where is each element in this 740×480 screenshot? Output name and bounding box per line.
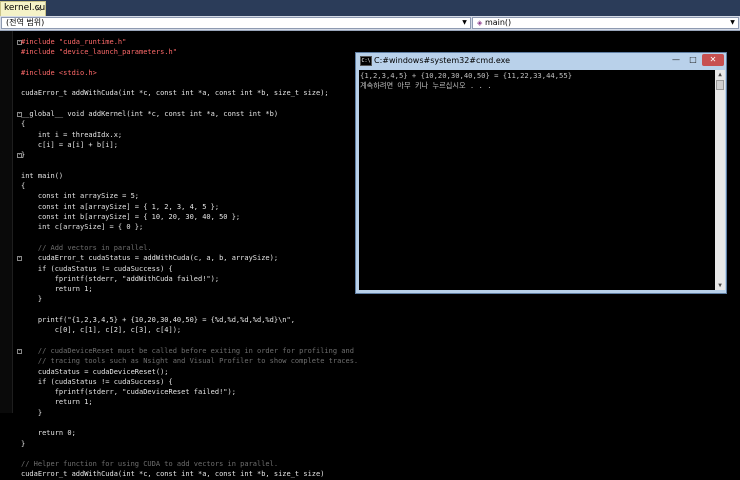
- cmd-titlebar[interactable]: C:\ C:#windows#system32#cmd.exe — □ ✕: [356, 53, 726, 69]
- code-line[interactable]: }: [21, 439, 358, 449]
- code-line[interactable]: [21, 99, 358, 109]
- code-line[interactable]: return 0;: [21, 428, 358, 438]
- chevron-down-icon: ▼: [730, 19, 735, 26]
- code-line[interactable]: fprintf(stderr, "addWithCuda failed!");: [21, 274, 358, 284]
- code-line[interactable]: [21, 336, 358, 346]
- code-line[interactable]: const int b[arraySize] = { 10, 20, 30, 4…: [21, 212, 358, 222]
- tab-close-icon[interactable]: ×: [35, 2, 42, 15]
- code-line[interactable]: #include "cuda_runtime.h": [21, 37, 358, 47]
- code-line[interactable]: {: [21, 119, 358, 129]
- code-line[interactable]: printf("{1,2,3,4,5} + {10,20,30,40,50} =…: [21, 315, 358, 325]
- member-dropdown[interactable]: ◈ main() ▼: [472, 17, 739, 29]
- code-line[interactable]: #include <stdio.h>: [21, 68, 358, 78]
- close-button[interactable]: ✕: [702, 54, 724, 66]
- code-line[interactable]: int i = threadIdx.x;: [21, 130, 358, 140]
- code-line[interactable]: c[i] = a[i] + b[i];: [21, 140, 358, 150]
- scroll-down-icon[interactable]: ▼: [715, 281, 725, 290]
- code-line[interactable]: // tracing tools such as Nsight and Visu…: [21, 356, 358, 366]
- code-line[interactable]: {: [21, 181, 358, 191]
- code-line[interactable]: cudaError_t addWithCuda(int *c, const in…: [21, 469, 358, 479]
- code-line[interactable]: return 1;: [21, 397, 358, 407]
- code-line[interactable]: }: [21, 150, 358, 160]
- scroll-thumb[interactable]: [716, 80, 724, 90]
- scroll-up-icon[interactable]: ▲: [715, 70, 725, 79]
- output-line: {1,2,3,4,5} + {10,20,30,40,50} = {11,22,…: [360, 71, 573, 80]
- minimize-button[interactable]: —: [668, 54, 684, 66]
- code-line[interactable]: [21, 418, 358, 428]
- code-line[interactable]: cudaStatus = cudaDeviceReset();: [21, 367, 358, 377]
- code-line[interactable]: // Helper function for using CUDA to add…: [21, 459, 358, 469]
- code-line[interactable]: fprintf(stderr, "cudaDeviceReset failed!…: [21, 387, 358, 397]
- console-output-area[interactable]: {1,2,3,4,5} + {10,20,30,40,50} = {11,22,…: [359, 70, 715, 290]
- code-line[interactable]: __global__ void addKernel(int *c, const …: [21, 109, 358, 119]
- code-line[interactable]: const int arraySize = 5;: [21, 191, 358, 201]
- code-line[interactable]: [21, 233, 358, 243]
- tab-kernel-cu[interactable]: kernel.cu ×: [0, 1, 46, 16]
- maximize-button[interactable]: □: [685, 54, 701, 66]
- code-line[interactable]: }: [21, 294, 358, 304]
- code-line[interactable]: // cudaDeviceReset must be called before…: [21, 346, 358, 356]
- tab-strip: kernel.cu ×: [0, 0, 740, 16]
- chevron-down-icon: ▼: [462, 19, 467, 26]
- scope-value: (전역 범위): [6, 18, 45, 27]
- code-line[interactable]: cudaError_t cudaStatus = addWithCuda(c, …: [21, 253, 358, 263]
- code-line[interactable]: #include "device_launch_parameters.h": [21, 47, 358, 57]
- navigation-bar: (전역 범위) ▼ ◈ main() ▼: [0, 16, 740, 31]
- code-line[interactable]: [21, 161, 358, 171]
- code-line[interactable]: return 1;: [21, 284, 358, 294]
- code-line[interactable]: int main(): [21, 171, 358, 181]
- cmd-title: C:#windows#system32#cmd.exe: [374, 56, 511, 65]
- code-line[interactable]: [21, 78, 358, 88]
- code-line[interactable]: int c[arraySize] = { 0 };: [21, 222, 358, 232]
- scope-dropdown[interactable]: (전역 범위) ▼: [1, 17, 471, 29]
- console-output: {1,2,3,4,5} + {10,20,30,40,50} = {11,22,…: [360, 71, 572, 91]
- member-value: main(): [484, 18, 512, 27]
- code-line[interactable]: if (cudaStatus != cudaSuccess) {: [21, 264, 358, 274]
- code-text[interactable]: #include "cuda_runtime.h" #include "devic…: [21, 37, 358, 480]
- code-line[interactable]: [21, 449, 358, 459]
- code-line[interactable]: c[0], c[1], c[2], c[3], c[4]);: [21, 325, 358, 335]
- code-line[interactable]: [21, 58, 358, 68]
- code-line[interactable]: if (cudaStatus != cudaSuccess) {: [21, 377, 358, 387]
- code-line[interactable]: const int a[arraySize] = { 1, 2, 3, 4, 5…: [21, 202, 358, 212]
- code-line[interactable]: [21, 305, 358, 315]
- output-line: 계속하려면 아무 키나 누르십시오 . . .: [360, 81, 492, 90]
- code-line[interactable]: // Add vectors in parallel.: [21, 243, 358, 253]
- console-icon: C:\: [360, 56, 372, 66]
- editor-gutter: [0, 31, 13, 413]
- cmd-window[interactable]: C:\ C:#windows#system32#cmd.exe — □ ✕ {1…: [355, 52, 727, 294]
- vertical-scrollbar[interactable]: ▲ ▼: [715, 70, 725, 290]
- code-line[interactable]: cudaError_t addWithCuda(int *c, const in…: [21, 88, 358, 98]
- method-icon: ◈: [477, 19, 483, 27]
